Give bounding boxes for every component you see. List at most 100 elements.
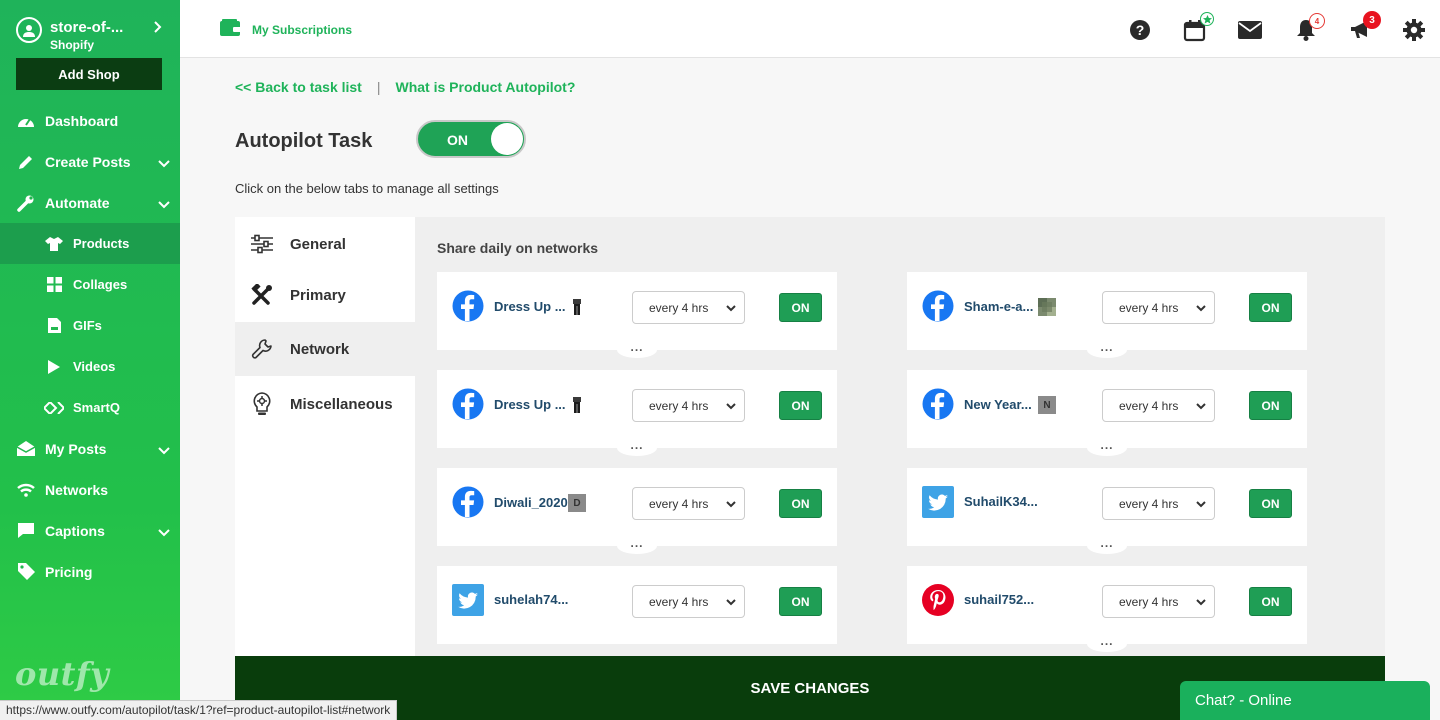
sidebar-item-label: Products xyxy=(73,236,130,251)
chevron-down-icon xyxy=(725,595,737,612)
outfy-logo: outfy xyxy=(15,655,110,693)
account-thumbnail xyxy=(568,298,586,316)
frequency-select[interactable]: every 4 hrs xyxy=(632,389,745,422)
sidebar-item-smartq[interactable]: SmartQ xyxy=(0,387,180,428)
frequency-select[interactable]: every 4 hrs xyxy=(1102,291,1215,324)
network-on-button[interactable]: ON xyxy=(779,587,822,616)
frequency-select[interactable]: every 4 hrs xyxy=(632,585,745,618)
sidebar-item-dashboard[interactable]: Dashboard xyxy=(0,100,180,141)
frequency-select[interactable]: every 4 hrs xyxy=(1102,487,1215,520)
sidebar-item-collages[interactable]: Collages xyxy=(0,264,180,305)
network-on-button[interactable]: ON xyxy=(1249,587,1292,616)
account-thumbnail: N xyxy=(1038,396,1056,414)
announcements-count-badge: 3 xyxy=(1363,11,1381,29)
network-on-button[interactable]: ON xyxy=(779,293,822,322)
chevron-down-icon xyxy=(1195,399,1207,416)
star-badge-icon xyxy=(1200,12,1214,26)
network-on-button[interactable]: ON xyxy=(779,489,822,518)
sidebar-item-label: SmartQ xyxy=(73,400,120,415)
bulb-gear-icon xyxy=(250,392,274,416)
envelope-open-icon xyxy=(16,439,36,459)
smartq-icon xyxy=(44,398,64,418)
back-to-task-list-link[interactable]: << Back to task list xyxy=(235,79,362,95)
chevron-down-icon xyxy=(158,196,170,212)
help-icon[interactable]: ? xyxy=(1128,18,1152,42)
tab-general[interactable]: General xyxy=(235,217,415,271)
add-shop-button[interactable]: Add Shop xyxy=(16,58,162,90)
sidebar-item-gifs[interactable]: GIFs xyxy=(0,305,180,346)
sidebar: store-of-... Shopify Add Shop Dashboard … xyxy=(0,0,180,720)
chevron-down-icon xyxy=(158,442,170,458)
page-title: Autopilot Task xyxy=(235,130,373,152)
sidebar-item-create-posts[interactable]: Create Posts xyxy=(0,141,180,182)
chat-widget[interactable]: Chat? - Online xyxy=(1180,681,1430,720)
autopilot-toggle[interactable]: ON xyxy=(416,120,526,158)
more-options-button[interactable]: ... xyxy=(1087,635,1127,652)
sidebar-item-videos[interactable]: Videos xyxy=(0,346,180,387)
svg-text:?: ? xyxy=(1136,22,1145,38)
frequency-select[interactable]: every 4 hrs xyxy=(1102,389,1215,422)
sidebar-item-products[interactable]: Products xyxy=(0,223,180,264)
network-card: Diwali_2020 D every 4 hrs ON ... xyxy=(437,468,837,554)
frequency-select[interactable]: every 4 hrs xyxy=(632,487,745,520)
chevron-down-icon xyxy=(158,155,170,171)
tab-network[interactable]: Network xyxy=(235,322,415,376)
tag-icon xyxy=(16,562,36,582)
network-on-button[interactable]: ON xyxy=(779,391,822,420)
sidebar-item-networks[interactable]: Networks xyxy=(0,469,180,510)
sidebar-item-captions[interactable]: Captions xyxy=(0,510,180,551)
tab-miscellaneous[interactable]: Miscellaneous xyxy=(235,377,415,431)
sidebar-item-label: Automate xyxy=(45,194,110,211)
sidebar-item-my-posts[interactable]: My Posts xyxy=(0,428,180,469)
facebook-icon xyxy=(452,388,484,420)
network-on-button[interactable]: ON xyxy=(1249,391,1292,420)
network-on-button[interactable]: ON xyxy=(1249,489,1292,518)
account-name: Dress Up ... xyxy=(494,299,566,314)
tab-label: Miscellaneous xyxy=(290,395,393,413)
frequency-select[interactable]: every 4 hrs xyxy=(1102,585,1215,618)
gear-icon[interactable] xyxy=(1402,18,1426,42)
frequency-select[interactable]: every 4 hrs xyxy=(632,291,745,324)
network-card: Dress Up ... every 4 hrs ON ... xyxy=(437,370,837,456)
tab-primary[interactable]: Primary xyxy=(235,268,415,322)
sidebar-item-label: Dashboard xyxy=(45,112,119,129)
account-name: suhail752... xyxy=(964,592,1035,607)
sidebar-item-pricing[interactable]: Pricing xyxy=(0,551,180,592)
more-options-button[interactable]: ... xyxy=(617,439,657,456)
more-options-button[interactable]: ... xyxy=(617,537,657,554)
chevron-down-icon xyxy=(1195,301,1207,318)
network-card: New Year... N every 4 hrs ON ... xyxy=(907,370,1307,456)
megaphone-icon[interactable]: 3 xyxy=(1349,11,1381,42)
network-on-button[interactable]: ON xyxy=(1249,293,1292,322)
tab-label: Primary xyxy=(290,286,346,304)
mail-icon[interactable] xyxy=(1238,18,1262,42)
link-separator: | xyxy=(376,79,381,95)
what-is-autopilot-link[interactable]: What is Product Autopilot? xyxy=(395,79,575,95)
tab-label: Network xyxy=(290,340,350,358)
sidebar-item-label: Videos xyxy=(73,359,116,374)
twitter-icon xyxy=(452,584,484,616)
twitter-icon xyxy=(922,486,954,518)
breadcrumb-links: << Back to task list | What is Product A… xyxy=(235,79,575,95)
gif-icon xyxy=(44,316,64,336)
more-options-button[interactable]: ... xyxy=(617,341,657,358)
network-panel: Share daily on networks Dress Up ... eve… xyxy=(415,217,1385,657)
more-options-button[interactable]: ... xyxy=(1087,439,1127,456)
my-subscriptions-link[interactable]: My Subscriptions xyxy=(220,19,352,40)
account-name: suhelah74... xyxy=(494,592,569,607)
store-switcher[interactable]: store-of-... Shopify xyxy=(0,0,180,58)
sidebar-item-label: Captions xyxy=(45,522,105,539)
facebook-icon xyxy=(452,486,484,518)
panel-title: Share daily on networks xyxy=(437,240,599,256)
notifications-count-badge: 4 xyxy=(1309,13,1325,29)
bell-icon[interactable]: 4 xyxy=(1294,13,1325,42)
pinterest-icon xyxy=(922,584,954,616)
calendar-icon[interactable] xyxy=(1183,12,1214,42)
network-card: suhelah74... every 4 hrs ON xyxy=(437,566,837,644)
sidebar-item-automate[interactable]: Automate xyxy=(0,182,180,223)
dashboard-icon xyxy=(16,111,36,131)
more-options-button[interactable]: ... xyxy=(1087,537,1127,554)
more-options-button[interactable]: ... xyxy=(1087,341,1127,358)
account-name: Dress Up ... xyxy=(494,397,566,412)
account-name: Sham-e-a... xyxy=(964,299,1034,314)
